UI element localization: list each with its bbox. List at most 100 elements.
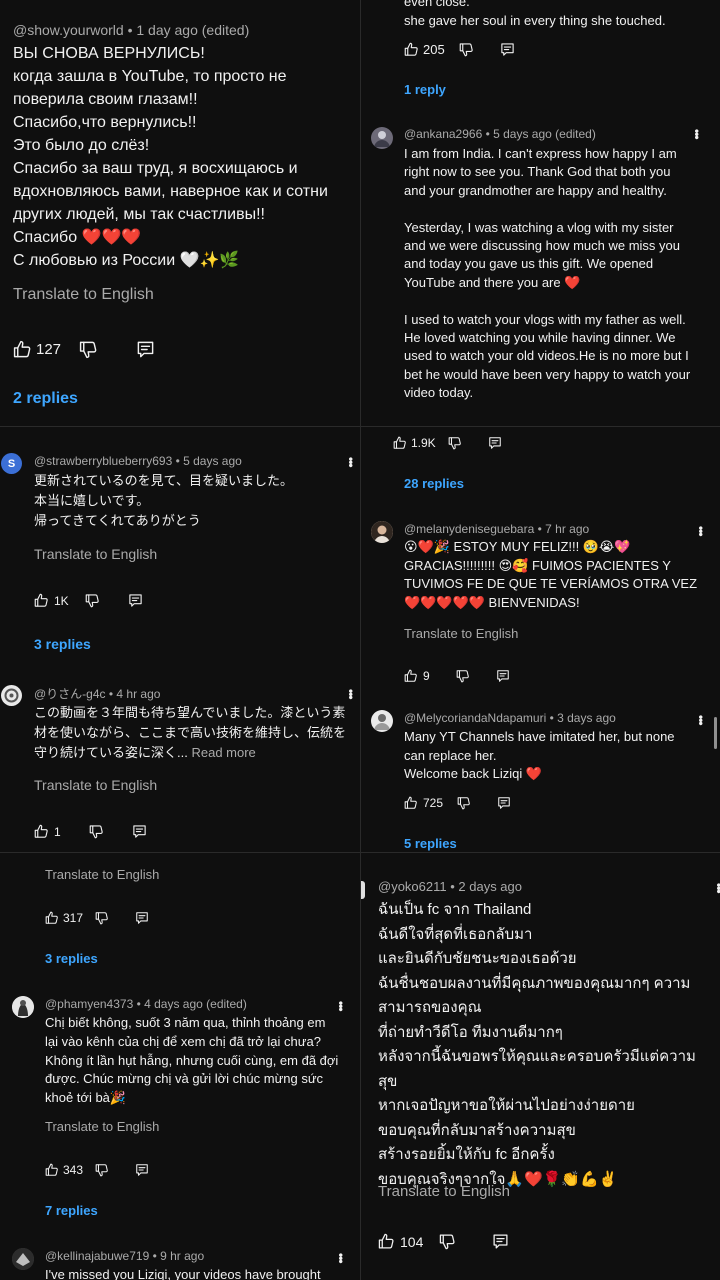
comment-text: Chị biết không, suốt 3 năm qua, thỉnh th… [45, 1015, 339, 1106]
replies-link[interactable]: 5 replies [404, 836, 457, 851]
comment-reply-icon [132, 824, 147, 839]
thumbs-up-icon [404, 669, 418, 683]
comment-text: I've missed you Liziqi, your videos have… [45, 1267, 321, 1280]
translate-button[interactable]: Translate to English [378, 1183, 510, 1200]
dislike-button[interactable] [456, 669, 470, 683]
comment-meta: @yoko6211 • 2 days ago [378, 879, 522, 894]
thumbs-down-icon [95, 911, 109, 925]
avatar[interactable] [371, 127, 393, 149]
avatar[interactable] [371, 710, 393, 732]
more-vert-icon[interactable]: ••• [334, 1001, 348, 1011]
replies-link[interactable]: 3 replies [34, 636, 91, 652]
avatar-letter: S [7, 457, 16, 470]
more-vert-icon[interactable]: ••• [694, 715, 708, 725]
comment-actions: 317 [45, 911, 149, 925]
thumbs-down-icon [459, 42, 474, 57]
comment-panel-5: Translate to English 317 3 replies @pham… [0, 853, 360, 1280]
thumbs-down-icon [439, 1233, 456, 1250]
read-more-link[interactable]: Read more [191, 745, 255, 760]
avatar[interactable] [371, 521, 393, 543]
dislike-button[interactable] [439, 1233, 456, 1250]
like-button[interactable]: 317 [45, 911, 83, 925]
like-count: 127 [36, 341, 62, 358]
like-button[interactable]: 9 [404, 669, 430, 683]
reply-button[interactable] [500, 42, 515, 57]
more-vert-icon[interactable]: ••• [690, 129, 704, 139]
more-vert-icon[interactable]: ••• [334, 1253, 348, 1263]
dislike-button[interactable] [79, 340, 98, 359]
like-count: 725 [423, 796, 444, 810]
like-button[interactable]: 104 [378, 1233, 423, 1250]
comment-reply-icon [492, 1233, 509, 1250]
dislike-button[interactable] [448, 436, 462, 450]
replies-link[interactable]: 2 replies [13, 390, 78, 408]
comment-text: Many YT Channels have imitated her, but … [404, 729, 675, 781]
like-button[interactable]: 205 [404, 42, 445, 57]
dislike-button[interactable] [457, 796, 471, 810]
comment-text: 更新されているのを見て、目を疑いました。 本当に嬉しいです。 帰ってきてくれてあ… [34, 473, 293, 528]
reply-button[interactable] [136, 340, 155, 359]
reply-button[interactable] [488, 436, 502, 450]
comment-actions: 127 [13, 340, 155, 359]
thumbs-down-icon [448, 436, 462, 450]
comment-meta: @melanydeniseguebara • 7 hr ago [404, 522, 590, 536]
reply-button[interactable] [497, 796, 511, 810]
reply-button[interactable] [135, 911, 149, 925]
more-vert-icon[interactable]: ••• [344, 689, 358, 699]
thumbs-up-icon [34, 824, 49, 839]
reply-button[interactable] [135, 1163, 149, 1177]
thumbs-up-icon [34, 593, 49, 608]
dislike-button[interactable] [95, 911, 109, 925]
like-count: 317 [63, 911, 84, 925]
like-button[interactable]: 1K [34, 593, 69, 608]
comment-actions: 9 [404, 669, 510, 683]
comment-actions: 205 [404, 42, 515, 57]
dislike-button[interactable] [95, 1163, 109, 1177]
avatar[interactable] [1, 685, 22, 706]
dislike-button[interactable] [459, 42, 474, 57]
replies-link[interactable]: 28 replies [404, 476, 464, 491]
more-vert-icon[interactable]: ••• [712, 883, 720, 893]
avatar[interactable]: S [1, 453, 22, 474]
like-button[interactable]: 1.9K [393, 436, 436, 450]
translate-button[interactable]: Translate to English [45, 1119, 159, 1134]
translate-button[interactable]: Translate to English [45, 867, 159, 882]
translate-button[interactable]: Translate to English [34, 546, 157, 562]
like-button[interactable]: 127 [13, 340, 61, 359]
reply-button[interactable] [132, 824, 147, 839]
scrollbar[interactable] [714, 717, 717, 749]
thumbs-down-icon [457, 796, 471, 810]
more-vert-icon[interactable]: ••• [344, 457, 358, 467]
reply-button[interactable] [496, 669, 510, 683]
replies-link[interactable]: 3 replies [45, 951, 98, 966]
comment-reply-icon [488, 436, 502, 450]
collage-divider [0, 852, 720, 853]
translate-button[interactable]: Translate to English [404, 626, 518, 641]
avatar[interactable] [12, 1248, 34, 1270]
like-button[interactable]: 343 [45, 1163, 83, 1177]
comment-meta: @kellinajabuwe719 • 9 hr ago [45, 1249, 205, 1263]
avatar-edge [361, 881, 365, 899]
like-button[interactable]: 1 [34, 824, 61, 839]
replies-link[interactable]: 1 reply [404, 82, 446, 97]
thumbs-up-icon [378, 1233, 395, 1250]
translate-button[interactable]: Translate to English [13, 286, 154, 304]
avatar[interactable] [12, 996, 34, 1018]
dislike-button[interactable] [89, 824, 104, 839]
translate-button[interactable]: Translate to English [34, 777, 157, 793]
avatar-image [374, 714, 390, 730]
comment-actions: 104 [378, 1233, 509, 1250]
comment-reply-icon [135, 911, 149, 925]
comment-text-continued: even close. she gave her soul in every t… [404, 0, 666, 28]
more-vert-icon[interactable]: ••• [694, 526, 708, 536]
thumbs-up-icon [13, 340, 32, 359]
comment-actions: 1K [34, 593, 143, 608]
reply-button[interactable] [128, 593, 143, 608]
like-count: 9 [423, 669, 430, 683]
comment-actions: 343 [45, 1163, 149, 1177]
replies-link[interactable]: 7 replies [45, 1203, 98, 1218]
reply-button[interactable] [492, 1233, 509, 1250]
dislike-button[interactable] [85, 593, 100, 608]
comment-panel-3: S @strawberryblueberry693 • 5 days ago •… [0, 427, 360, 852]
like-button[interactable]: 725 [404, 796, 443, 810]
